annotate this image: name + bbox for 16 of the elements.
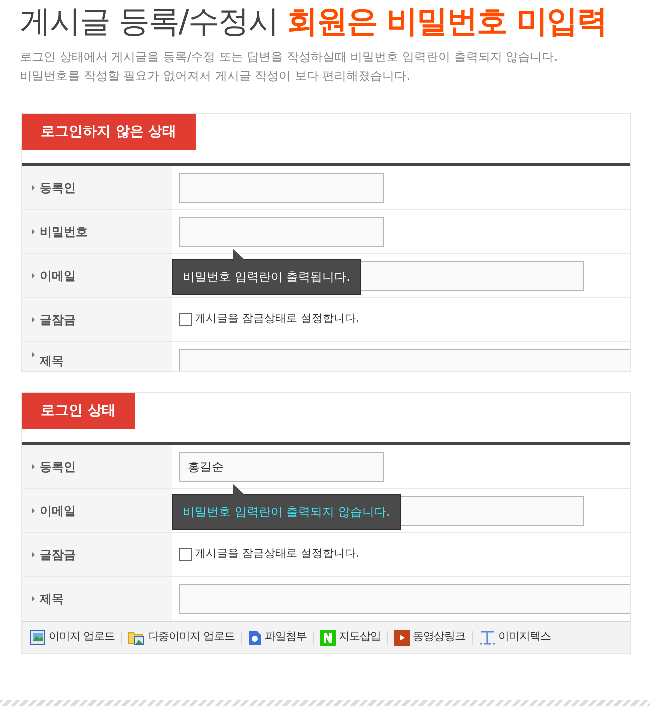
tooltip-text: 비밀번호 입력란이 출력되지 않습니다. [183,504,390,518]
field-label: 등록인 [40,458,76,476]
field-label: 제목 [40,591,64,608]
field-label: 이메일 [40,502,76,520]
checkbox-label: 게시글을 잠금상태로 설정합니다. [195,311,360,328]
field-label: 제목 [40,353,64,370]
field-label: 등록인 [40,180,76,196]
field-label: 비밀번호 [40,224,88,240]
page-title: 게시글 등록/수정시 회원은 비밀번호 미입력 [20,3,608,42]
field-label: 글잠금 [40,312,76,328]
description-text: 로그인 상태에서 게시글을 등록/수정 또는 답변을 작성하실때 비밀번호 입력란이 출력되지 않습니다. [20,49,560,66]
checkbox-label: 게시글을 잠금상태로 설정합니다. [195,546,360,562]
description-text: 비밀번호를 작성할 필요가 없어져서 게시글 작성이 보다 편리해졌습니다. [20,68,412,85]
field-label: 글잠금 [40,546,76,564]
field-label: 이메일 [40,268,76,284]
tooltip-text: 비밀번호 입력란이 출력됩니다. [183,270,350,284]
